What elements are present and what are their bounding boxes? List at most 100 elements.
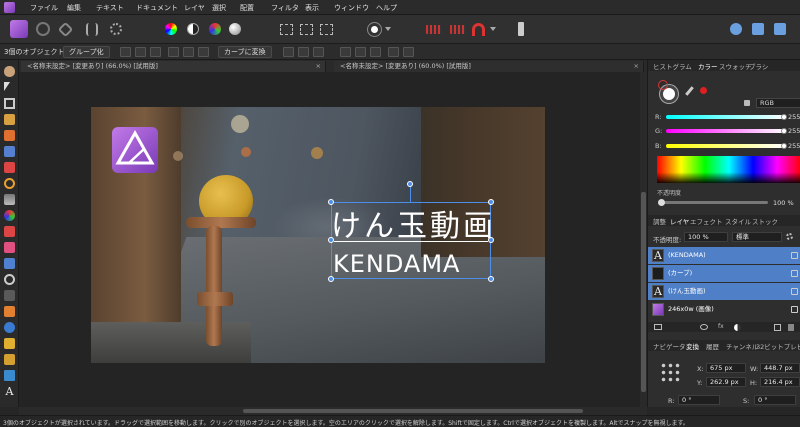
invert-select-icon[interactable] xyxy=(320,24,333,35)
layer-stack-icon[interactable] xyxy=(654,324,662,330)
pen-icon[interactable] xyxy=(4,130,15,141)
tab-effects[interactable]: エフェクト xyxy=(690,216,723,226)
y-field[interactable]: 262.9 px xyxy=(706,377,746,387)
layer-row[interactable]: 246x0w (画像) xyxy=(648,301,800,318)
align-middle-icon[interactable] xyxy=(355,47,366,57)
tab-transform[interactable]: 変換 xyxy=(686,341,699,351)
menu-document[interactable]: ドキュメント xyxy=(136,3,178,13)
slider-b-value[interactable]: 255 xyxy=(788,142,800,150)
tab-channels[interactable]: チャンネル xyxy=(726,341,758,351)
divider-curve[interactable] xyxy=(334,241,488,242)
pencil-icon[interactable] xyxy=(4,146,15,157)
w-field[interactable]: 448.7 px xyxy=(760,363,800,373)
tab-document-2[interactable]: <名称未設定> [変更あり] (60.0%) [試用版] × xyxy=(334,61,644,72)
slider-r-track[interactable] xyxy=(666,115,786,119)
dropdown-arrow-icon[interactable] xyxy=(385,27,391,33)
fx-icon[interactable]: fx xyxy=(718,323,724,330)
tab-brushes[interactable]: ブラシ xyxy=(749,61,768,71)
tab-adjustments[interactable]: 調整 xyxy=(653,216,666,226)
visibility-checkbox[interactable] xyxy=(791,252,798,259)
menu-arrange[interactable]: 配置 xyxy=(240,3,254,13)
snapping-icon[interactable] xyxy=(426,25,442,34)
slider-r-knob[interactable] xyxy=(781,114,787,120)
artboard-photo[interactable]: けん玉動画 KENDAMA xyxy=(91,107,545,363)
share-icon[interactable] xyxy=(110,23,122,35)
paint-icon[interactable] xyxy=(4,354,15,365)
snapping-2-icon[interactable] xyxy=(450,25,466,34)
layer-opacity-field[interactable]: 100 % xyxy=(684,232,728,242)
visibility-checkbox[interactable] xyxy=(791,270,798,277)
assistant-icon[interactable] xyxy=(730,23,742,35)
transparency-tool-icon[interactable] xyxy=(4,226,15,237)
tab-stock[interactable]: ストック xyxy=(752,216,778,226)
layer-settings-icon[interactable] xyxy=(786,233,793,240)
designer-persona-icon[interactable] xyxy=(10,20,28,38)
pencil-2-icon[interactable] xyxy=(4,338,15,349)
color-wheel-icon[interactable] xyxy=(165,23,177,35)
x-field[interactable]: 675 px xyxy=(706,363,746,373)
visibility-checkbox[interactable] xyxy=(791,306,798,313)
slider-b-track[interactable] xyxy=(666,144,786,148)
hsl-icon[interactable] xyxy=(209,23,221,35)
app-logo-icon[interactable] xyxy=(4,2,15,13)
slider-g-track[interactable] xyxy=(666,129,786,133)
contrast-icon[interactable] xyxy=(187,23,199,35)
color-model-select[interactable]: RGB xyxy=(756,98,800,108)
resize-handle-br[interactable] xyxy=(488,276,494,282)
smudge-tool-icon[interactable] xyxy=(4,306,15,317)
align-top-icon[interactable] xyxy=(340,47,351,57)
add-layer-icon[interactable] xyxy=(774,324,781,331)
arrange-back-icon[interactable] xyxy=(752,23,764,35)
menu-text[interactable]: テキスト xyxy=(96,3,124,13)
delete-layer-icon[interactable] xyxy=(788,324,794,331)
anchor-grid-icon[interactable] xyxy=(660,362,680,382)
scroll-thumb[interactable] xyxy=(243,409,583,413)
tab-histogram[interactable]: ヒストグラム xyxy=(653,61,692,71)
scroll-thumb[interactable] xyxy=(641,192,646,392)
s-field[interactable]: 0 ° xyxy=(754,395,796,405)
current-color-dot[interactable] xyxy=(700,87,707,94)
opacity-value[interactable]: 100 % xyxy=(773,199,794,207)
color-spectrum[interactable] xyxy=(657,156,800,183)
align-left-icon[interactable] xyxy=(283,47,294,57)
fill-tool-icon[interactable] xyxy=(4,194,15,205)
close-icon[interactable]: × xyxy=(634,61,639,72)
tab-styles[interactable]: スタイル xyxy=(725,216,751,226)
distribute-h-icon[interactable] xyxy=(388,47,399,57)
no-fill-icon[interactable] xyxy=(658,80,668,90)
gradient-tool-icon[interactable] xyxy=(4,210,15,221)
align-right-icon[interactable] xyxy=(313,47,324,57)
lock-icon[interactable] xyxy=(744,100,750,106)
vector-brush-icon[interactable] xyxy=(4,242,15,253)
align-center-icon[interactable] xyxy=(298,47,309,57)
menu-layer[interactable]: レイヤ xyxy=(184,3,205,13)
convert-to-curves-button[interactable]: カーブに変換 xyxy=(218,46,272,58)
brush-icon[interactable] xyxy=(4,162,15,173)
menu-filter[interactable]: フィルタ xyxy=(271,3,299,13)
menu-window[interactable]: ウィンドウ xyxy=(334,3,369,13)
freehand-select-icon[interactable] xyxy=(300,24,313,35)
tab-swatches[interactable]: スウォッチ xyxy=(719,61,752,71)
r-field[interactable]: 0 ° xyxy=(678,395,720,405)
vertical-scrollbar[interactable] xyxy=(640,72,647,407)
sphere-icon[interactable] xyxy=(229,23,241,35)
menu-view[interactable]: 表示 xyxy=(305,3,319,13)
blend-mode-select[interactable]: 標準 xyxy=(732,232,782,242)
zoom-tool-icon[interactable] xyxy=(4,274,15,285)
layer-row[interactable]: A (けん玉動画) xyxy=(648,283,800,300)
pen-tool-icon[interactable] xyxy=(518,22,524,36)
canvas-subtitle-text[interactable]: KENDAMA xyxy=(333,250,460,278)
slider-r-value[interactable]: 255 xyxy=(788,113,800,121)
shape-tool-icon[interactable] xyxy=(4,322,15,333)
show-bbox-icon[interactable] xyxy=(135,47,146,57)
hand-tool-icon[interactable] xyxy=(4,66,15,77)
visibility-checkbox[interactable] xyxy=(791,288,798,295)
layer-row[interactable]: A (KENDAMA) xyxy=(648,247,800,264)
align-bottom-icon[interactable] xyxy=(370,47,381,57)
opacity-knob[interactable] xyxy=(658,199,665,206)
group-button[interactable]: グループ化 xyxy=(63,46,110,58)
slider-g-knob[interactable] xyxy=(781,128,787,134)
layer-row[interactable]: (カーブ) xyxy=(648,265,800,282)
export-persona-icon[interactable] xyxy=(57,21,74,38)
menu-help[interactable]: ヘルプ xyxy=(376,3,397,13)
